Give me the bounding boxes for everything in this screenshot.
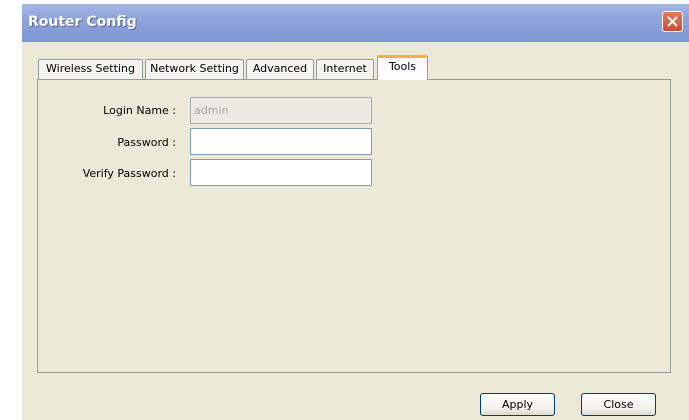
tab-label: Network Setting bbox=[150, 62, 239, 75]
tab-label: Advanced bbox=[252, 62, 308, 75]
login-name-label: Login Name : bbox=[103, 104, 176, 117]
tab-network-setting[interactable]: Network Setting bbox=[145, 59, 244, 79]
tab-internet[interactable]: Internet bbox=[316, 59, 374, 79]
router-config-window: Router Config Wireless Setting Network S… bbox=[22, 4, 689, 420]
tab-label: Wireless Setting bbox=[46, 62, 135, 75]
login-name-field[interactable] bbox=[190, 97, 372, 124]
tab-advanced[interactable]: Advanced bbox=[246, 59, 314, 79]
apply-button[interactable]: Apply bbox=[480, 393, 555, 416]
tools-panel: Login Name : Password : Verify Password … bbox=[37, 79, 671, 373]
password-label: Password : bbox=[117, 136, 176, 149]
tab-label: Internet bbox=[323, 62, 367, 75]
tab-label: Tools bbox=[388, 60, 417, 73]
verify-password-field[interactable] bbox=[190, 159, 372, 186]
tab-strip: Wireless Setting Network Setting Advance… bbox=[22, 4, 689, 84]
password-field[interactable] bbox=[190, 128, 372, 155]
close-button[interactable]: Close bbox=[581, 393, 656, 416]
tab-tools[interactable]: Tools bbox=[377, 55, 428, 80]
tab-wireless-setting[interactable]: Wireless Setting bbox=[38, 59, 143, 79]
verify-password-label: Verify Password : bbox=[82, 167, 176, 180]
